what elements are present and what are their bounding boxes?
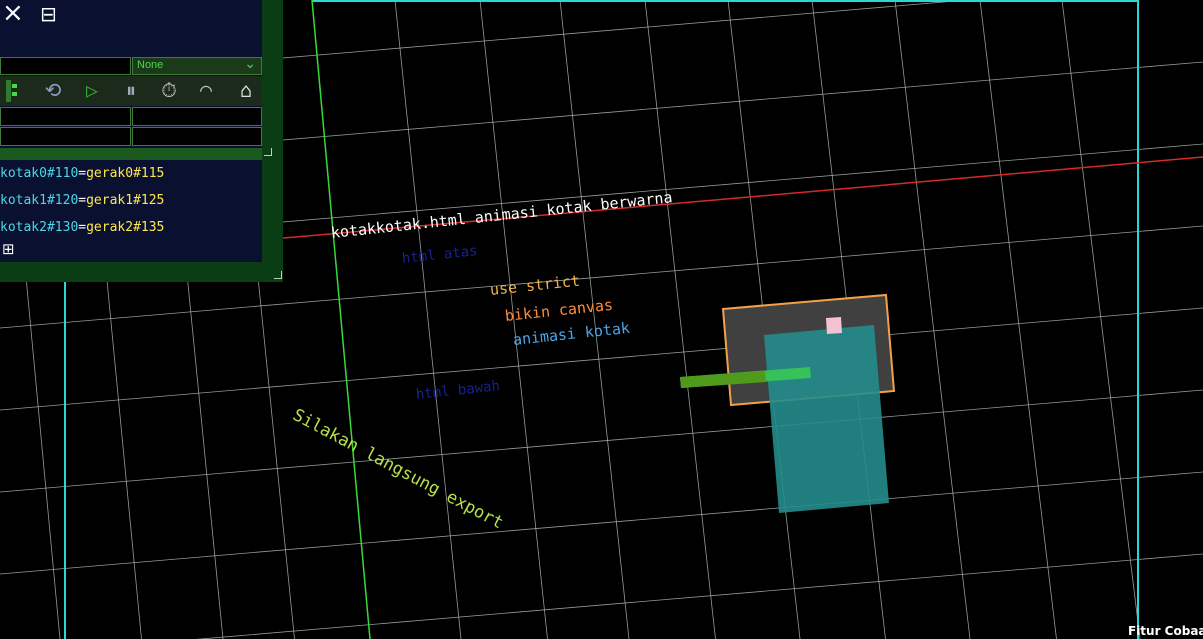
reset-icon[interactable]: ⟲ xyxy=(38,76,68,104)
param-field-3[interactable] xyxy=(0,127,131,146)
mapping-row[interactable]: kotak0#110=gerak0#115 xyxy=(0,166,164,182)
grid-line xyxy=(394,0,462,639)
grid-line xyxy=(195,553,1203,639)
resize-handle-bottom[interactable] xyxy=(274,271,282,279)
grid-line xyxy=(0,389,1203,493)
panel-bottom-bar xyxy=(0,262,283,282)
speedometer-icon[interactable]: ◠ xyxy=(191,76,221,104)
resize-handle-top[interactable] xyxy=(264,148,272,156)
chevron-down-icon: ⌄ xyxy=(244,56,256,72)
param-field-2[interactable] xyxy=(132,107,262,126)
equals-sign: = xyxy=(78,193,87,208)
add-icon[interactable]: ⊞ xyxy=(2,240,15,258)
control-panel[interactable]: × ⊟ None ⌄ ⟲ ▷ ⏸ ⏱ ◠ ⌂ kotak0#110=gerak0… xyxy=(0,0,283,282)
param-field-1[interactable] xyxy=(0,107,131,126)
grid-line xyxy=(979,0,1057,639)
green-axis-line xyxy=(311,0,371,639)
play-icon[interactable]: ▷ xyxy=(77,76,107,104)
mapping-row[interactable]: kotak1#120=gerak1#125 xyxy=(0,193,164,209)
motion-id: gerak1#125 xyxy=(86,193,165,208)
box-id: kotak1#120 xyxy=(0,193,79,208)
box-id: kotak2#130 xyxy=(0,220,79,235)
timer-icon[interactable]: ⏱ xyxy=(154,76,184,104)
panel-divider-right xyxy=(262,0,283,282)
pause-icon[interactable]: ⏸ xyxy=(116,76,146,104)
grid-line xyxy=(644,0,716,639)
close-icon[interactable]: × xyxy=(2,0,24,28)
mapping-list: kotak0#110=gerak0#115 kotak1#120=gerak1#… xyxy=(0,160,262,262)
animation-select[interactable]: None ⌄ xyxy=(132,56,262,75)
text-field-top[interactable] xyxy=(0,57,131,75)
toolbar: ⟲ ▷ ⏸ ⏱ ◠ ⌂ xyxy=(0,76,262,106)
hierarchy-icon[interactable] xyxy=(6,80,18,102)
motion-id: gerak0#115 xyxy=(86,166,165,181)
footer-label: Fitur Cobaan xyxy=(1128,624,1203,638)
equals-sign: = xyxy=(78,166,87,181)
tag-icon[interactable]: ⌂ xyxy=(231,76,261,104)
param-field-4[interactable] xyxy=(132,127,262,146)
pink-square[interactable] xyxy=(826,317,842,334)
motion-id: gerak2#135 xyxy=(86,220,165,235)
grid-line xyxy=(894,0,971,639)
box-id: kotak0#110 xyxy=(0,166,79,181)
teal-rectangle[interactable] xyxy=(764,325,889,513)
panel-divider-middle xyxy=(0,148,262,160)
mapping-row[interactable]: kotak2#130=gerak2#135 xyxy=(0,220,164,236)
equals-sign: = xyxy=(78,220,87,235)
minimize-icon[interactable]: ⊟ xyxy=(40,2,57,26)
grid-line xyxy=(1061,0,1141,639)
grid-line xyxy=(0,471,1203,575)
select-value: None xyxy=(137,59,164,71)
